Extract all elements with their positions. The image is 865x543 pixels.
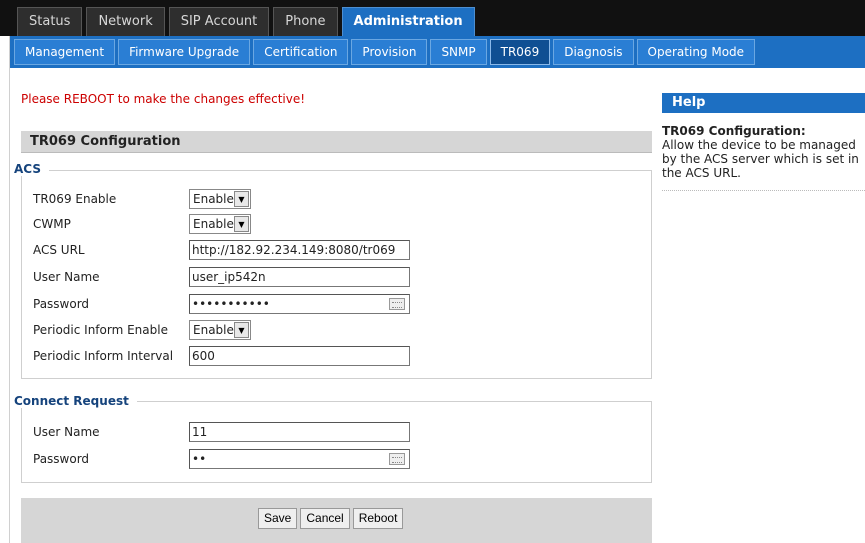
tr069-enable-label: TR069 Enable [33,192,117,206]
tab-network[interactable]: Network [86,7,165,36]
connect-request-group-title: Connect Request [14,394,137,408]
chevron-down-icon: ▼ [234,191,249,207]
subtab-tr069[interactable]: TR069 [489,39,551,65]
save-button[interactable]: Save [258,508,298,529]
cr-password-input[interactable]: •• [189,449,410,469]
section-title: TR069 Configuration [21,131,652,153]
subtab-diagnosis[interactable]: Diagnosis [553,39,634,65]
subtab-firmware-upgrade[interactable]: Firmware Upgrade [118,39,251,65]
cwmp-label: CWMP [33,217,71,231]
top-nav-bar: Status Network SIP Account Phone Adminis… [0,0,865,36]
help-header: Help [662,93,865,113]
subtab-operating-mode[interactable]: Operating Mode [636,39,756,65]
periodic-inform-enable-select[interactable]: Enable ▼ [189,320,251,340]
chevron-down-icon: ▼ [234,216,249,232]
tab-administration[interactable]: Administration [341,7,475,36]
help-title: TR069 Configuration: [662,124,806,138]
cancel-button[interactable]: Cancel [300,508,350,529]
cr-username-input[interactable]: 11 [189,422,410,442]
help-panel: Help TR069 Configuration: Allow the devi… [662,93,865,191]
cr-password-row: Password •• [33,449,410,471]
acs-password-value: ••••••••••• [192,297,270,311]
subtab-management[interactable]: Management [14,39,116,65]
keyboard-icon[interactable] [389,298,405,310]
cwmp-value: Enable [193,217,234,231]
tr069-enable-select[interactable]: Enable ▼ [189,189,251,209]
acs-password-input[interactable]: ••••••••••• [189,294,410,314]
chevron-down-icon: ▼ [234,322,249,338]
acs-username-input[interactable]: user_ip542n [189,267,410,287]
help-text: Allow the device to be managed by the AC… [662,138,865,191]
acs-group-title: ACS [14,162,49,176]
acs-url-label: ACS URL [33,243,85,257]
sub-nav-bar: Management Firmware Upgrade Certificatio… [10,36,865,68]
reboot-button[interactable]: Reboot [352,508,404,529]
button-group: Save Cancel Reboot [258,508,406,529]
periodic-inform-interval-input[interactable]: 600 [189,346,410,366]
subtab-certification[interactable]: Certification [253,39,349,65]
acs-password-row: Password ••••••••••• [33,294,410,316]
subtab-snmp[interactable]: SNMP [430,39,487,65]
subtab-provision[interactable]: Provision [351,39,428,65]
button-bar: Save Cancel Reboot [21,498,652,543]
tab-status[interactable]: Status [17,7,83,36]
main-tabs: Status Network SIP Account Phone Adminis… [17,7,479,36]
keyboard-icon[interactable] [389,453,405,465]
periodic-inform-enable-label: Periodic Inform Enable [33,323,168,337]
periodic-inform-enable-value: Enable [193,323,234,337]
tab-phone[interactable]: Phone [273,7,338,36]
cr-password-label: Password [33,452,90,466]
acs-password-label: Password [33,297,90,311]
acs-username-label: User Name [33,270,100,284]
tr069-enable-value: Enable [193,192,234,206]
cwmp-select[interactable]: Enable ▼ [189,214,251,234]
acs-url-input[interactable]: http://182.92.234.149:8080/tr069 [189,240,410,260]
cr-username-label: User Name [33,425,100,439]
reboot-warning: Please REBOOT to make the changes effect… [21,92,306,106]
left-border [0,36,10,543]
tab-sip-account[interactable]: SIP Account [168,7,270,36]
cr-password-value: •• [192,452,207,466]
periodic-inform-interval-label: Periodic Inform Interval [33,349,174,363]
sub-tabs: Management Firmware Upgrade Certificatio… [14,39,758,65]
